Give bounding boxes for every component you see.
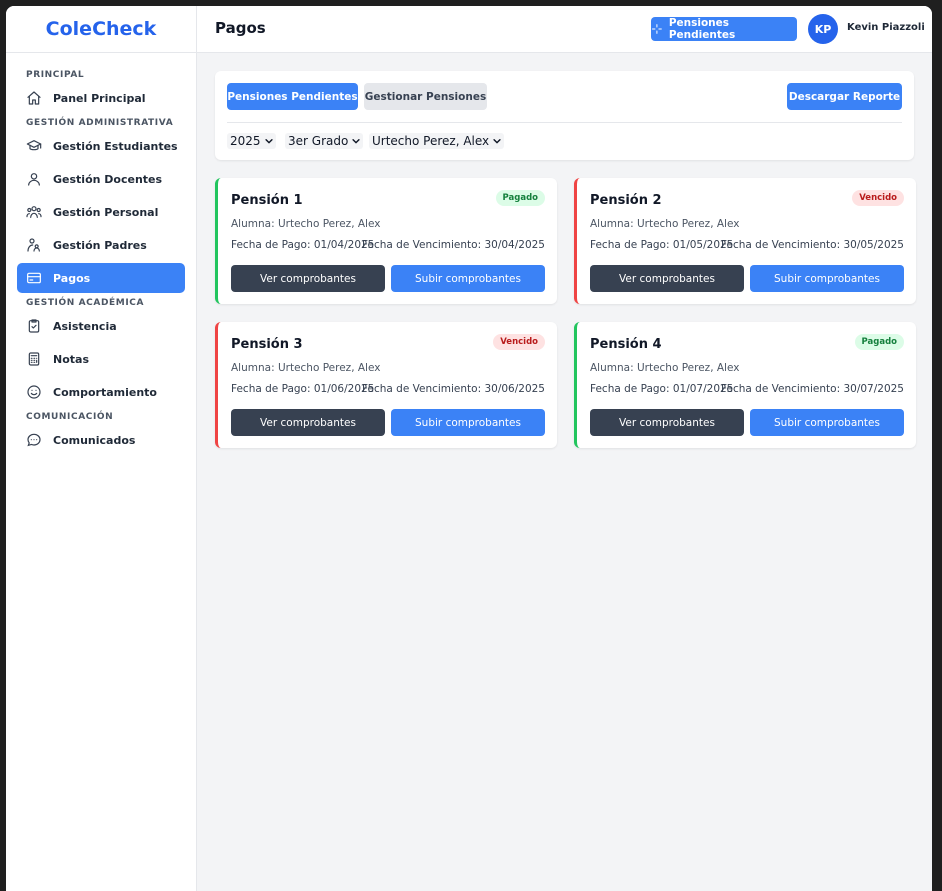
upload-receipts-button[interactable]: Subir comprobantes <box>391 409 545 436</box>
sidebar: ColeCheck PRINCIPAL Panel Principal GEST… <box>6 6 197 891</box>
top-header: Pagos Pensiones Pendientes KP Kevin Piaz… <box>197 6 932 53</box>
pension-title: Pensión 4 <box>590 337 662 352</box>
chevron-down-icon <box>264 139 273 144</box>
pension-title: Pensión 2 <box>590 193 662 208</box>
pending-pensions-button[interactable]: Pensiones Pendientes <box>651 17 797 41</box>
sidebar-item-label: Pagos <box>53 271 91 285</box>
pension-pay-date: Fecha de Pago: 01/06/2025 <box>231 383 375 395</box>
sidebar-item-label: Gestión Docentes <box>53 172 163 186</box>
credit-card-icon <box>27 272 41 284</box>
section-label-gestion-administrativa: GESTIÓN ADMINISTRATIVA <box>26 118 174 128</box>
pension-title: Pensión 1 <box>231 193 303 208</box>
sidebar-item-asistencia[interactable]: Asistencia <box>17 311 185 341</box>
avatar[interactable]: KP <box>808 14 838 44</box>
sidebar-item-gestion-padres[interactable]: Gestión Padres <box>17 230 185 260</box>
pension-card: Pensión 4 Pagado Alumna: Urtecho Perez, … <box>574 322 916 448</box>
section-label-comunicacion: COMUNICACIÓN <box>26 412 114 422</box>
calculator-icon <box>28 352 40 366</box>
pension-due-date: Fecha de Vencimiento: 30/04/2025 <box>362 239 545 251</box>
tab-gestionar-pensiones[interactable]: Gestionar Pensiones <box>364 83 487 110</box>
pension-card: Pensión 2 Vencido Alumna: Urtecho Perez,… <box>574 178 916 304</box>
grade-select[interactable]: 3er Grado <box>285 133 364 149</box>
status-badge: Pagado <box>495 190 545 206</box>
tab-pensiones-pendientes[interactable]: Pensiones Pendientes <box>227 83 358 110</box>
sidebar-item-gestion-personal[interactable]: Gestión Personal <box>17 197 185 227</box>
pension-card: Pensión 1 Pagado Alumna: Urtecho Perez, … <box>215 178 557 304</box>
view-receipts-button[interactable]: Ver comprobantes <box>231 265 385 292</box>
upload-receipts-button[interactable]: Subir comprobantes <box>750 265 904 292</box>
app-window: ColeCheck PRINCIPAL Panel Principal GEST… <box>6 6 932 891</box>
pension-student: Alumna: Urtecho Perez, Alex <box>231 218 381 230</box>
pension-pay-date: Fecha de Pago: 01/04/2025 <box>231 239 375 251</box>
pension-student: Alumna: Urtecho Perez, Alex <box>231 362 381 374</box>
parent-icon <box>27 238 40 252</box>
pension-due-date: Fecha de Vencimiento: 30/07/2025 <box>721 383 904 395</box>
sidebar-item-gestion-estudiantes[interactable]: Gestión Estudiantes <box>17 131 185 161</box>
status-badge: Vencido <box>493 334 545 350</box>
sparkle-icon <box>651 24 662 34</box>
sidebar-item-comportamiento[interactable]: Comportamiento <box>17 377 185 407</box>
pension-student: Alumna: Urtecho Perez, Alex <box>590 362 740 374</box>
pending-pensions-button-label: Pensiones Pendientes <box>668 17 736 41</box>
sidebar-item-label: Panel Principal <box>53 91 146 105</box>
pension-title: Pensión 3 <box>231 337 303 352</box>
year-select[interactable]: 2025 <box>227 133 276 149</box>
chat-icon <box>27 433 41 447</box>
sidebar-item-label: Comportamiento <box>53 385 157 399</box>
user-icon <box>28 173 40 186</box>
student-select-value: Urtecho Perez, Alex <box>372 134 490 148</box>
smile-icon <box>27 385 41 399</box>
sidebar-item-label: Gestión Personal <box>53 205 159 219</box>
status-badge: Vencido <box>852 190 904 206</box>
clipboard-check-icon <box>28 319 40 333</box>
home-icon <box>27 91 41 105</box>
pension-card: Pensión 3 Vencido Alumna: Urtecho Perez,… <box>215 322 557 448</box>
page-title: Pagos <box>215 19 266 37</box>
pension-pay-date: Fecha de Pago: 01/05/2025 <box>590 239 734 251</box>
chevron-down-icon <box>352 139 360 144</box>
upload-receipts-button[interactable]: Subir comprobantes <box>391 265 545 292</box>
school-icon <box>26 140 42 151</box>
sidebar-nav: PRINCIPAL Panel Principal GESTIÓN ADMINI… <box>6 53 196 455</box>
sidebar-item-label: Comunicados <box>53 433 136 447</box>
sidebar-item-label: Asistencia <box>53 319 117 333</box>
users-icon <box>26 206 42 218</box>
pension-student: Alumna: Urtecho Perez, Alex <box>590 218 740 230</box>
pension-due-date: Fecha de Vencimiento: 30/05/2025 <box>721 239 904 251</box>
view-receipts-button[interactable]: Ver comprobantes <box>231 409 385 436</box>
student-select[interactable]: Urtecho Perez, Alex <box>369 133 505 149</box>
pension-pay-date: Fecha de Pago: 01/07/2025 <box>590 383 734 395</box>
user-name: Kevin Piazzoli <box>847 22 925 33</box>
sidebar-item-label: Notas <box>53 352 89 366</box>
sidebar-item-gestion-docentes[interactable]: Gestión Docentes <box>17 164 185 194</box>
pension-due-date: Fecha de Vencimiento: 30/06/2025 <box>362 383 545 395</box>
toolbar-divider <box>227 122 902 123</box>
section-label-gestion-academica: GESTIÓN ACADÉMICA <box>26 298 145 308</box>
sidebar-item-panel-principal[interactable]: Panel Principal <box>17 83 185 113</box>
sidebar-item-label: Gestión Estudiantes <box>53 139 178 153</box>
grade-select-value: 3er Grado <box>288 134 349 148</box>
brand-logo[interactable]: ColeCheck <box>6 6 196 53</box>
sidebar-item-pagos[interactable]: Pagos <box>17 263 185 293</box>
chevron-down-icon <box>493 139 501 144</box>
year-select-value: 2025 <box>230 134 261 148</box>
sidebar-item-comunicados[interactable]: Comunicados <box>17 425 185 455</box>
view-receipts-button[interactable]: Ver comprobantes <box>590 265 744 292</box>
pensions-toolbar: Pensiones Pendientes Gestionar Pensiones… <box>215 71 914 160</box>
sidebar-item-label: Gestión Padres <box>53 238 147 252</box>
view-receipts-button[interactable]: Ver comprobantes <box>590 409 744 436</box>
download-report-button[interactable]: Descargar Reporte <box>787 83 902 110</box>
sidebar-item-notas[interactable]: Notas <box>17 344 185 374</box>
upload-receipts-button[interactable]: Subir comprobantes <box>750 409 904 436</box>
section-label-principal: PRINCIPAL <box>26 70 85 80</box>
status-badge: Pagado <box>854 334 904 350</box>
